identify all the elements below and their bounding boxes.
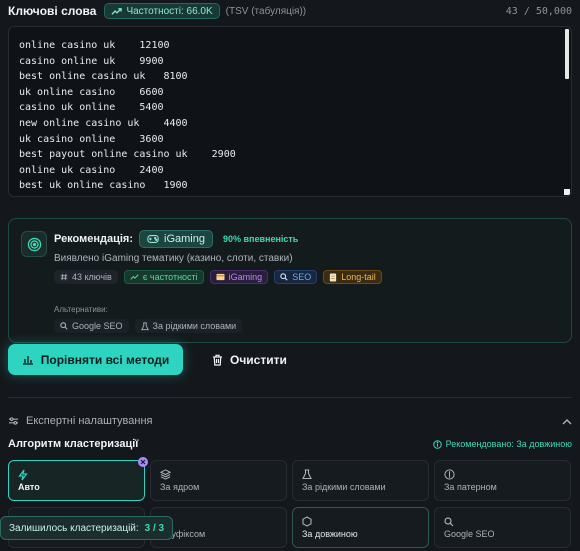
igaming-chip: iGaming xyxy=(209,270,269,284)
algorithm-auto[interactable]: Авто xyxy=(8,457,148,501)
note-icon xyxy=(330,272,337,282)
sliders-icon xyxy=(8,417,19,425)
search-icon xyxy=(444,517,454,527)
card-icon xyxy=(216,273,225,281)
info-icon xyxy=(432,439,442,449)
algorithm-recommendation-label: Рекомендовано: За довжиною xyxy=(445,439,572,449)
remaining-label: Залишилось кластеризацій: xyxy=(9,522,139,534)
algorithm-pattern-label: За патерном xyxy=(444,482,497,492)
algorithm-auto-label: Авто xyxy=(18,482,40,492)
recommendation-headline: Рекомендація: iGaming 90% впевненість xyxy=(54,230,298,248)
lightning-icon xyxy=(18,469,28,481)
clear-button[interactable]: Очистити xyxy=(200,344,300,375)
algorithm-core[interactable]: За ядром xyxy=(150,460,287,501)
keywords-header: Ключові слова Частотності: 66.0K (TSV (т… xyxy=(8,0,572,22)
compare-all-methods-button[interactable]: Порівняти всі методи xyxy=(8,344,183,375)
frequency-badge: Частотності: 66.0K xyxy=(104,3,220,19)
algorithm-recommendation: Рекомендовано: За довжиною xyxy=(432,439,572,449)
layers-icon xyxy=(159,469,172,480)
hash-icon xyxy=(60,273,68,281)
recommended-topic-tag: iGaming xyxy=(139,230,213,248)
remaining-value: 3 / 3 xyxy=(144,522,165,534)
recommendation-label: Рекомендація: xyxy=(54,233,134,245)
keyword-count: 43 / 50,000 xyxy=(505,5,572,17)
hexagon-icon xyxy=(302,516,312,527)
trend-up-icon xyxy=(111,7,123,15)
long-tail-chip: Long-tail xyxy=(323,270,382,284)
target-icon xyxy=(21,231,47,257)
keywords-scrollbar[interactable] xyxy=(564,29,570,195)
algorithm-rare-words[interactable]: За рідкими словами xyxy=(292,460,429,501)
alternative-rare-words[interactable]: За рідкими словами xyxy=(134,319,243,333)
algorithm-pattern[interactable]: За патерном xyxy=(434,460,571,501)
flask-icon xyxy=(302,469,312,480)
magnifier-icon xyxy=(280,273,288,281)
keywords-title: Ключові слова xyxy=(8,4,97,18)
algorithm-core-label: За ядром xyxy=(160,482,200,492)
expert-settings-label: Експертні налаштування xyxy=(26,415,153,427)
confidence-value: 90% впевненість xyxy=(222,234,299,244)
compass-icon xyxy=(444,469,455,480)
format-hint: (TSV (табуляція)) xyxy=(225,5,307,17)
expert-settings-toggle[interactable]: Експертні налаштування xyxy=(8,412,572,430)
close-icon[interactable] xyxy=(138,457,148,467)
section-divider xyxy=(8,397,572,398)
algorithm-google-seo[interactable]: Google SEO xyxy=(434,507,571,548)
keywords-textarea[interactable]: online casino uk 12100 casino online uk … xyxy=(8,26,572,197)
algorithm-title: Алгоритм кластеризації xyxy=(8,438,139,450)
frequency-badge-label: Частотності: 66.0K xyxy=(126,5,213,17)
gamepad-icon xyxy=(147,235,159,243)
bar-chart-icon xyxy=(22,356,33,365)
recommended-topic-label: iGaming xyxy=(164,233,205,245)
recommendation-description: Виявлено iGaming тематику (казино, слоти… xyxy=(54,253,293,264)
scrollbar-resize-handle[interactable] xyxy=(564,189,570,195)
trash-icon xyxy=(213,354,222,366)
recommendation-chips: 43 ключів є частотності iGaming SEO Long… xyxy=(54,270,382,284)
remaining-clusterizations-toast: Залишилось кластеризацій: 3 / 3 xyxy=(0,516,174,540)
algorithm-rare-words-label: За рідкими словами xyxy=(302,482,386,492)
search-icon xyxy=(60,322,68,330)
keywords-count-chip: 43 ключів xyxy=(54,270,118,284)
compare-all-methods-label: Порівняти всі методи xyxy=(40,352,170,367)
chevron-up-icon[interactable] xyxy=(562,418,572,425)
has-frequencies-chip: є частотності xyxy=(123,270,204,284)
flask-icon xyxy=(140,321,149,330)
algorithm-google-seo-label: Google SEO xyxy=(444,529,495,539)
alternative-google-seo[interactable]: Google SEO xyxy=(54,319,129,333)
algorithm-length-label: За довжиною xyxy=(302,529,358,539)
alternatives-list: Google SEO За рідкими словами xyxy=(54,319,243,333)
alternatives-label: Альтернативи: xyxy=(54,305,108,314)
keywords-text[interactable]: online casino uk 12100 casino online uk … xyxy=(9,27,571,196)
recommendation-card: Рекомендація: iGaming 90% впевненість Ви… xyxy=(8,218,572,343)
scrollbar-thumb[interactable] xyxy=(565,29,569,79)
algorithm-length[interactable]: За довжиною xyxy=(292,507,429,548)
seo-chip: SEO xyxy=(274,270,318,284)
trend-up-icon xyxy=(130,274,139,280)
clear-label: Очистити xyxy=(230,352,287,367)
